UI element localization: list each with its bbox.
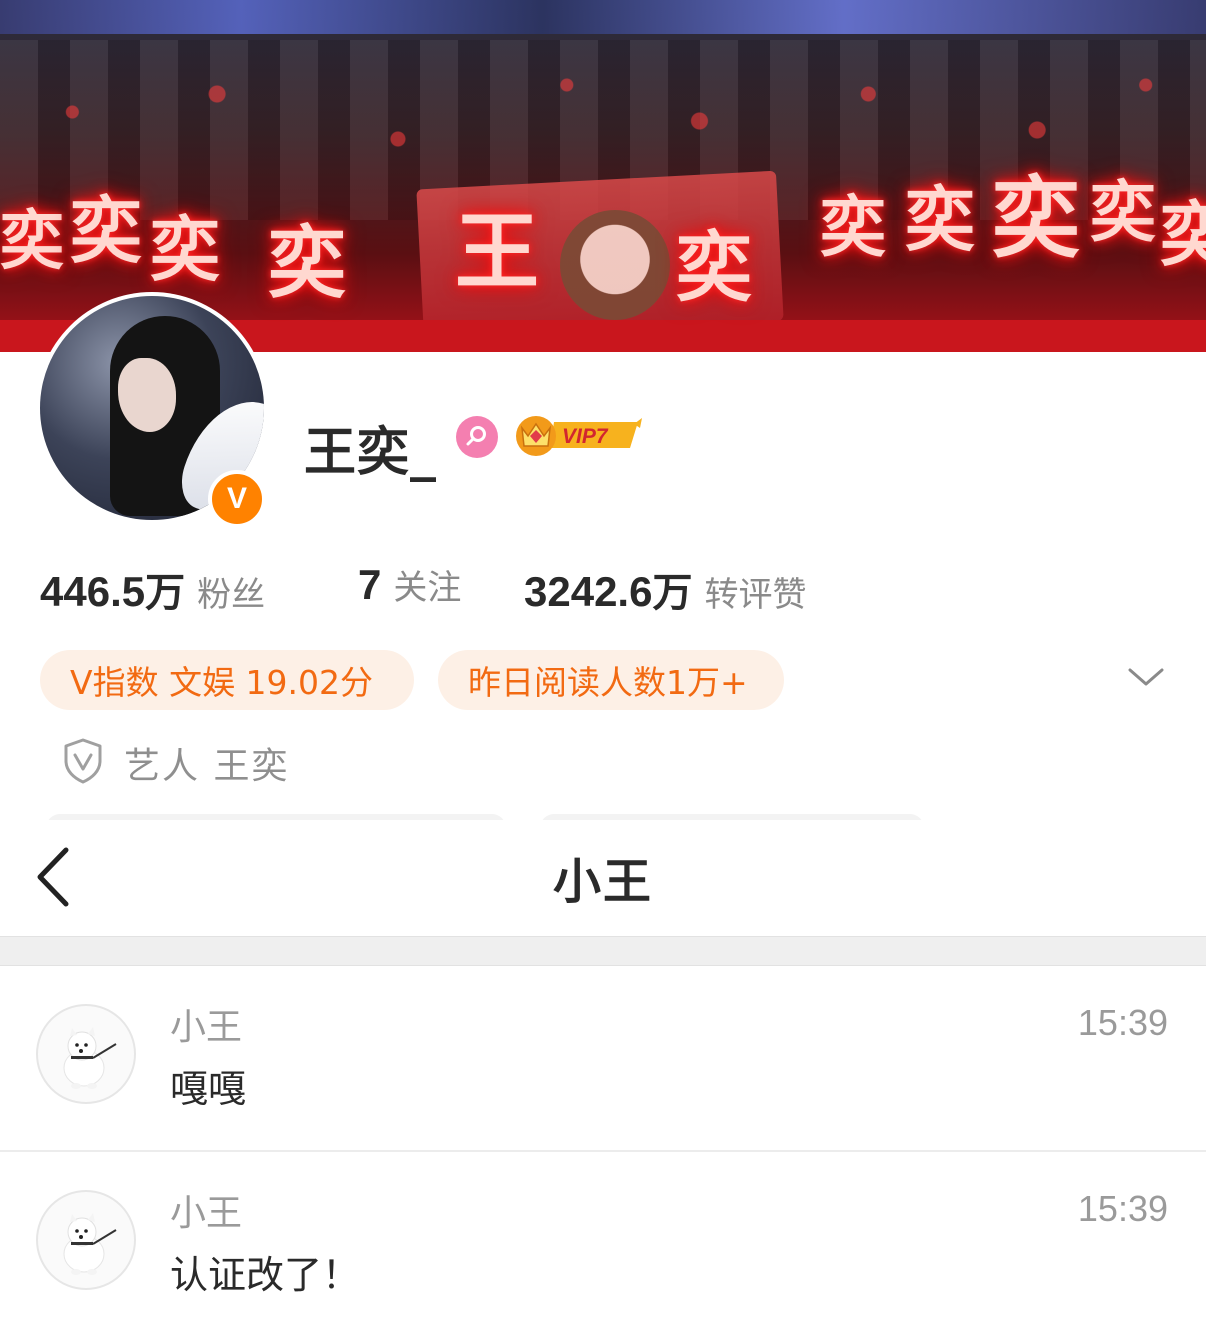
female-gender-icon [456, 416, 498, 458]
samoyed-dog-icon [63, 1027, 117, 1089]
stat-label: 粉丝 [197, 575, 266, 615]
profile-username: 王奕_ [304, 423, 438, 483]
stat-value: 446.5 [40, 568, 146, 615]
message-item[interactable]: 小王 认证改了！ 15:39 [0, 1152, 1206, 1336]
chat-title: 小王 [552, 854, 653, 910]
read-count-pill[interactable]: 昨日阅读人数1万+ [438, 650, 784, 710]
certification-row: 艺人 王奕 [62, 738, 289, 788]
neon-sign: 奕 [1160, 194, 1206, 276]
neon-sign: 奕 [0, 205, 64, 279]
section-divider [0, 936, 1206, 966]
sender-avatar[interactable] [36, 1190, 136, 1290]
message-time: 15:39 [1077, 1002, 1168, 1043]
message-text: 嘎嘎 [170, 1067, 247, 1111]
stat-label: 转评赞 [704, 575, 807, 615]
chevron-down-icon[interactable] [1126, 662, 1166, 692]
shield-v-icon [62, 737, 104, 789]
banner-top-glow [0, 0, 1206, 34]
stat-value: 3242.6 [524, 568, 653, 615]
banner-flag-portrait [560, 210, 670, 320]
message-item[interactable]: 小王 嘎嘎 15:39 [0, 966, 1206, 1150]
stat-unit: 万 [145, 570, 186, 616]
neon-sign: 奕 [992, 167, 1081, 270]
message-separator [0, 1150, 1206, 1152]
stat-value: 7 [358, 561, 382, 608]
stat-followers[interactable]: 446.5万 粉丝 [40, 560, 265, 618]
vip-badge[interactable]: VIP7 [514, 412, 644, 458]
sender-name: 小王 [170, 1007, 243, 1048]
neon-sign: 奕 [905, 179, 975, 261]
v-index-pill[interactable]: V指数 文娱 19.02分 [40, 650, 414, 710]
neon-sign: 奕 [268, 219, 347, 309]
verified-v-icon: V [208, 470, 266, 528]
vip-label: VIP7 [562, 425, 609, 448]
samoyed-dog-icon [63, 1213, 117, 1275]
message-time: 15:39 [1077, 1188, 1168, 1229]
neon-sign: 奕 [70, 189, 143, 273]
stat-following[interactable]: 7 关注 [358, 560, 461, 609]
message-text: 认证改了！ [170, 1253, 361, 1297]
sender-name: 小王 [170, 1193, 243, 1234]
chat-navbar: 小王 [0, 820, 1206, 936]
neon-sign: 奕 [150, 209, 220, 291]
stat-unit: 万 [652, 570, 693, 616]
neon-sign: 奕 [1090, 174, 1156, 251]
certification-label: 艺人 王奕 [124, 746, 290, 787]
stat-interactions[interactable]: 3242.6万 转评赞 [524, 560, 806, 618]
sender-avatar[interactable] [36, 1004, 136, 1104]
neon-sign: 奕 [820, 189, 886, 266]
neon-sign: 奕 [676, 223, 752, 312]
stat-label: 关注 [393, 568, 462, 608]
neon-sign: 王 [455, 203, 540, 301]
